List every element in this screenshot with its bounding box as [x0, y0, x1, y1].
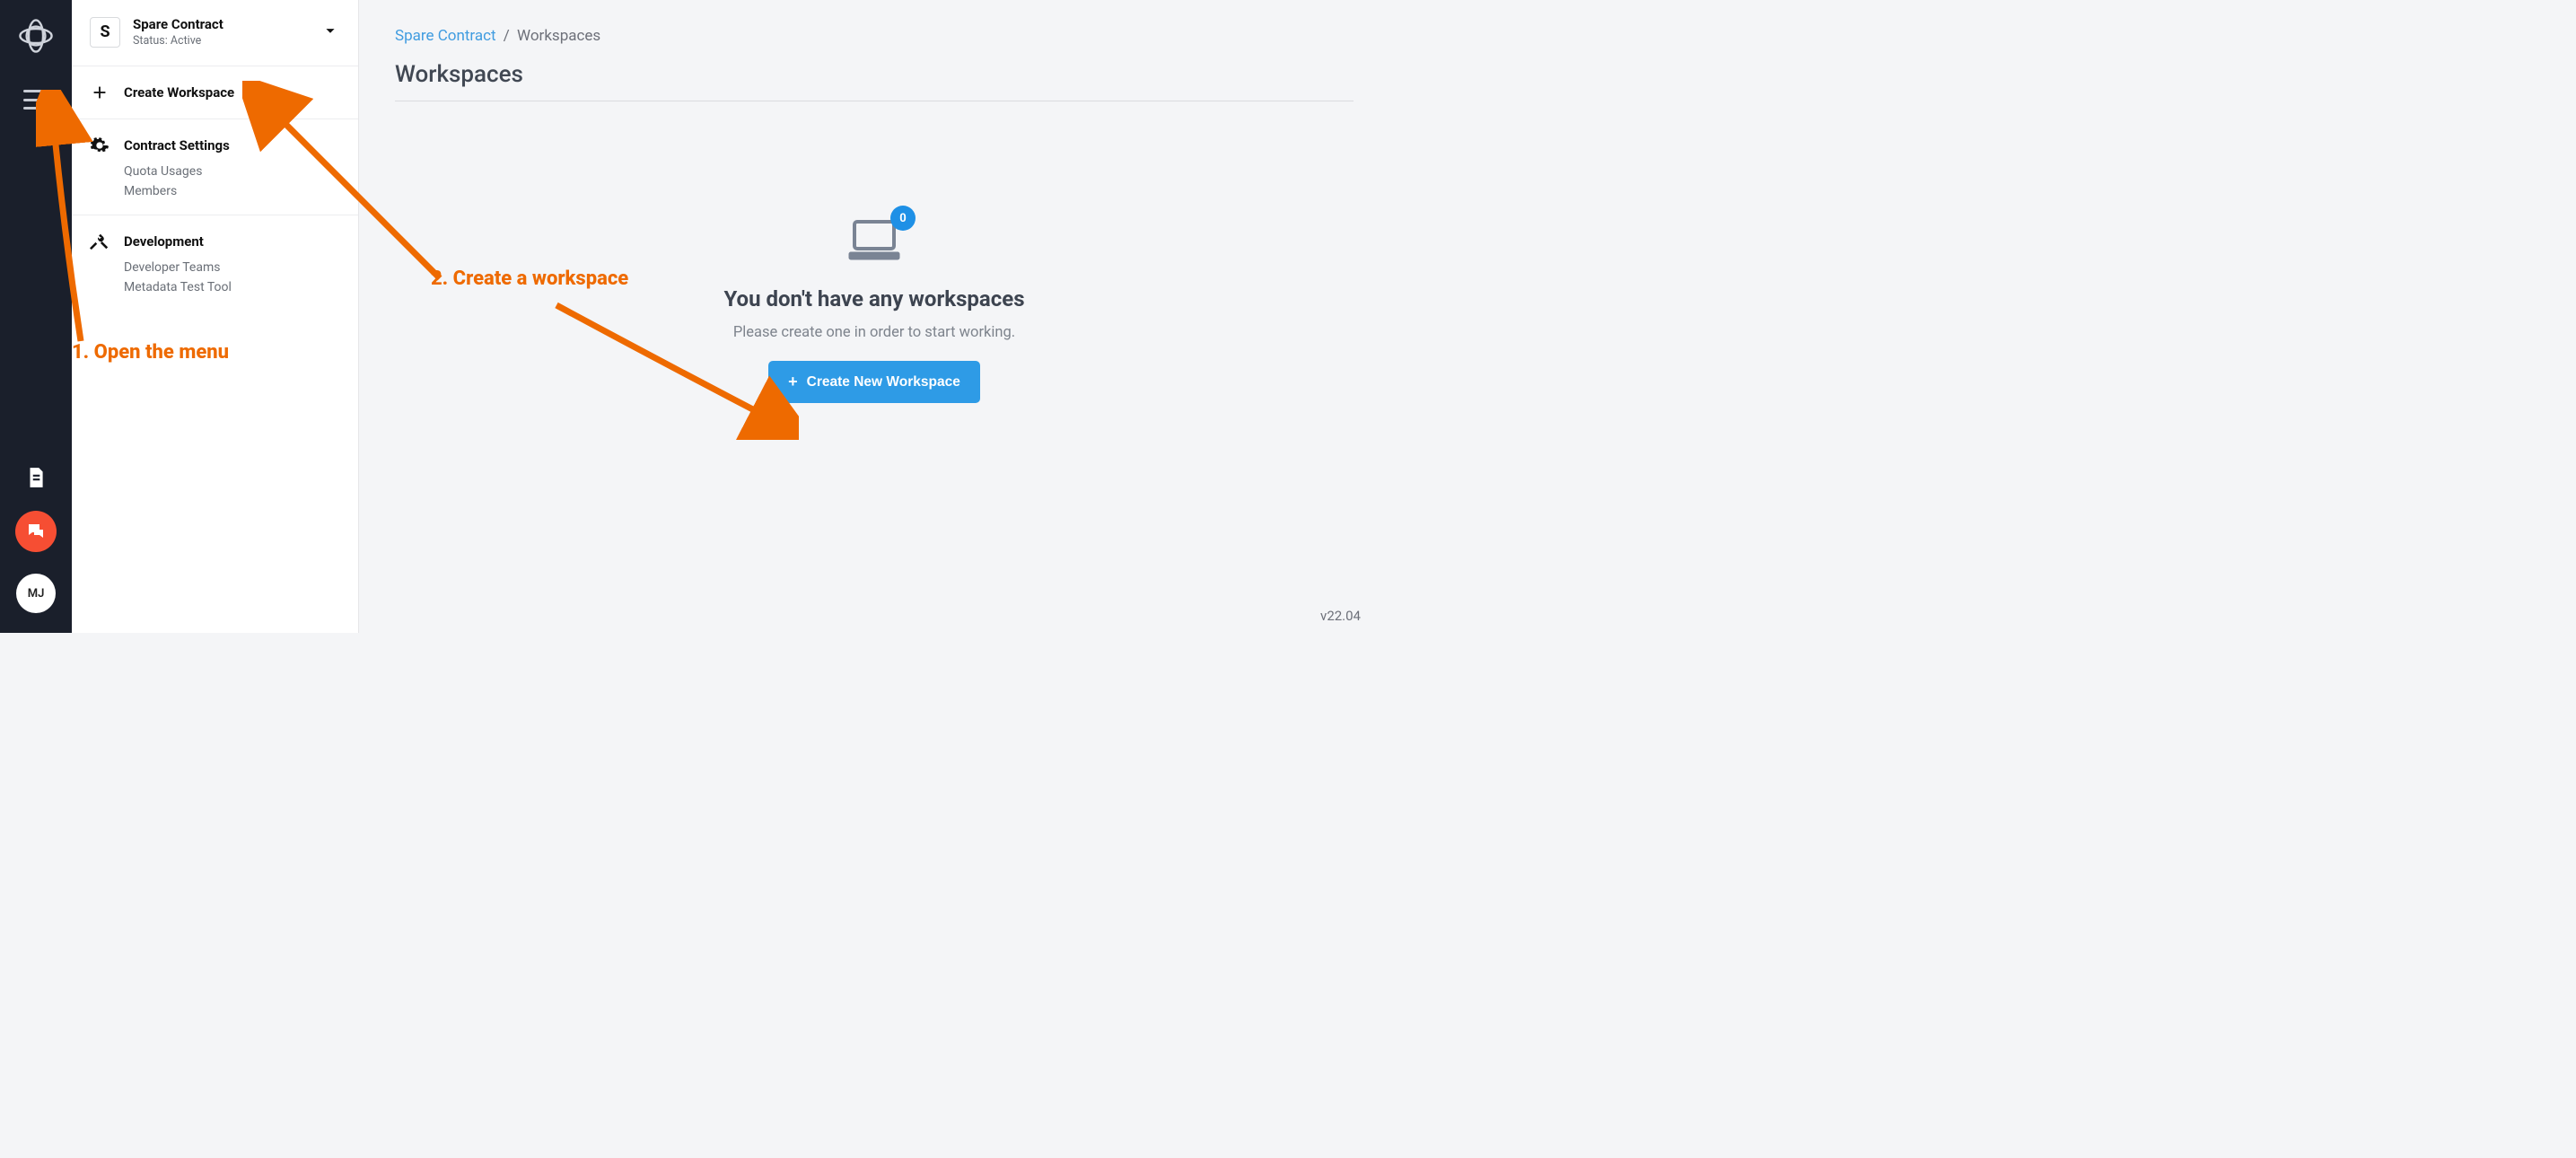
app-logo — [18, 18, 54, 54]
workspace-count-badge: 0 — [890, 206, 916, 231]
plus-icon: + — [788, 373, 798, 391]
chat-button[interactable] — [15, 511, 57, 552]
sidebar-link-devteams[interactable]: Developer Teams — [124, 260, 340, 275]
create-button-label: Create New Workspace — [807, 374, 960, 390]
breadcrumb-current: Workspaces — [517, 27, 600, 45]
sidebar-link-quota[interactable]: Quota Usages — [124, 164, 340, 179]
document-icon[interactable] — [24, 466, 48, 489]
create-workspace-label: Create Workspace — [124, 84, 234, 101]
page-title: Workspaces — [395, 61, 1354, 88]
contract-name: Spare Contract — [133, 16, 223, 32]
contract-settings-title: Contract Settings — [124, 137, 230, 154]
contract-settings-section: Contract Settings Quota Usages Members — [72, 119, 358, 215]
nav-rail: MJ — [0, 0, 72, 633]
breadcrumb-root[interactable]: Spare Contract — [395, 27, 496, 45]
create-workspace-item[interactable]: Create Workspace — [72, 66, 358, 119]
development-section: Development Developer Teams Metadata Tes… — [72, 215, 358, 311]
sidebar: S Spare Contract Status: Active Create W… — [72, 0, 359, 633]
main-area: Spare Contract / Workspaces Workspaces 0… — [359, 0, 1389, 633]
chevron-down-icon — [320, 21, 340, 44]
empty-state: 0 You don't have any workspaces Please c… — [395, 218, 1354, 403]
plus-icon — [90, 83, 110, 102]
contract-badge: S — [90, 17, 120, 48]
laptop-icon: 0 — [846, 218, 903, 263]
menu-toggle-icon[interactable] — [23, 90, 48, 110]
tools-icon — [90, 232, 110, 251]
user-avatar[interactable]: MJ — [16, 574, 56, 613]
breadcrumb: Spare Contract / Workspaces — [395, 27, 1354, 45]
gear-icon — [90, 136, 110, 155]
empty-subtext: Please create one in order to start work… — [733, 324, 1015, 341]
contract-switcher[interactable]: S Spare Contract Status: Active — [72, 0, 358, 66]
breadcrumb-sep: / — [504, 27, 510, 45]
avatar-initials: MJ — [28, 587, 45, 601]
version-label: v22.04 — [1320, 608, 1361, 624]
contract-status: Status: Active — [133, 34, 223, 48]
development-title: Development — [124, 233, 204, 250]
sidebar-link-members[interactable]: Members — [124, 184, 340, 198]
sidebar-link-metadata[interactable]: Metadata Test Tool — [124, 280, 340, 294]
empty-heading: You don't have any workspaces — [723, 286, 1024, 311]
create-new-workspace-button[interactable]: + Create New Workspace — [768, 361, 980, 403]
